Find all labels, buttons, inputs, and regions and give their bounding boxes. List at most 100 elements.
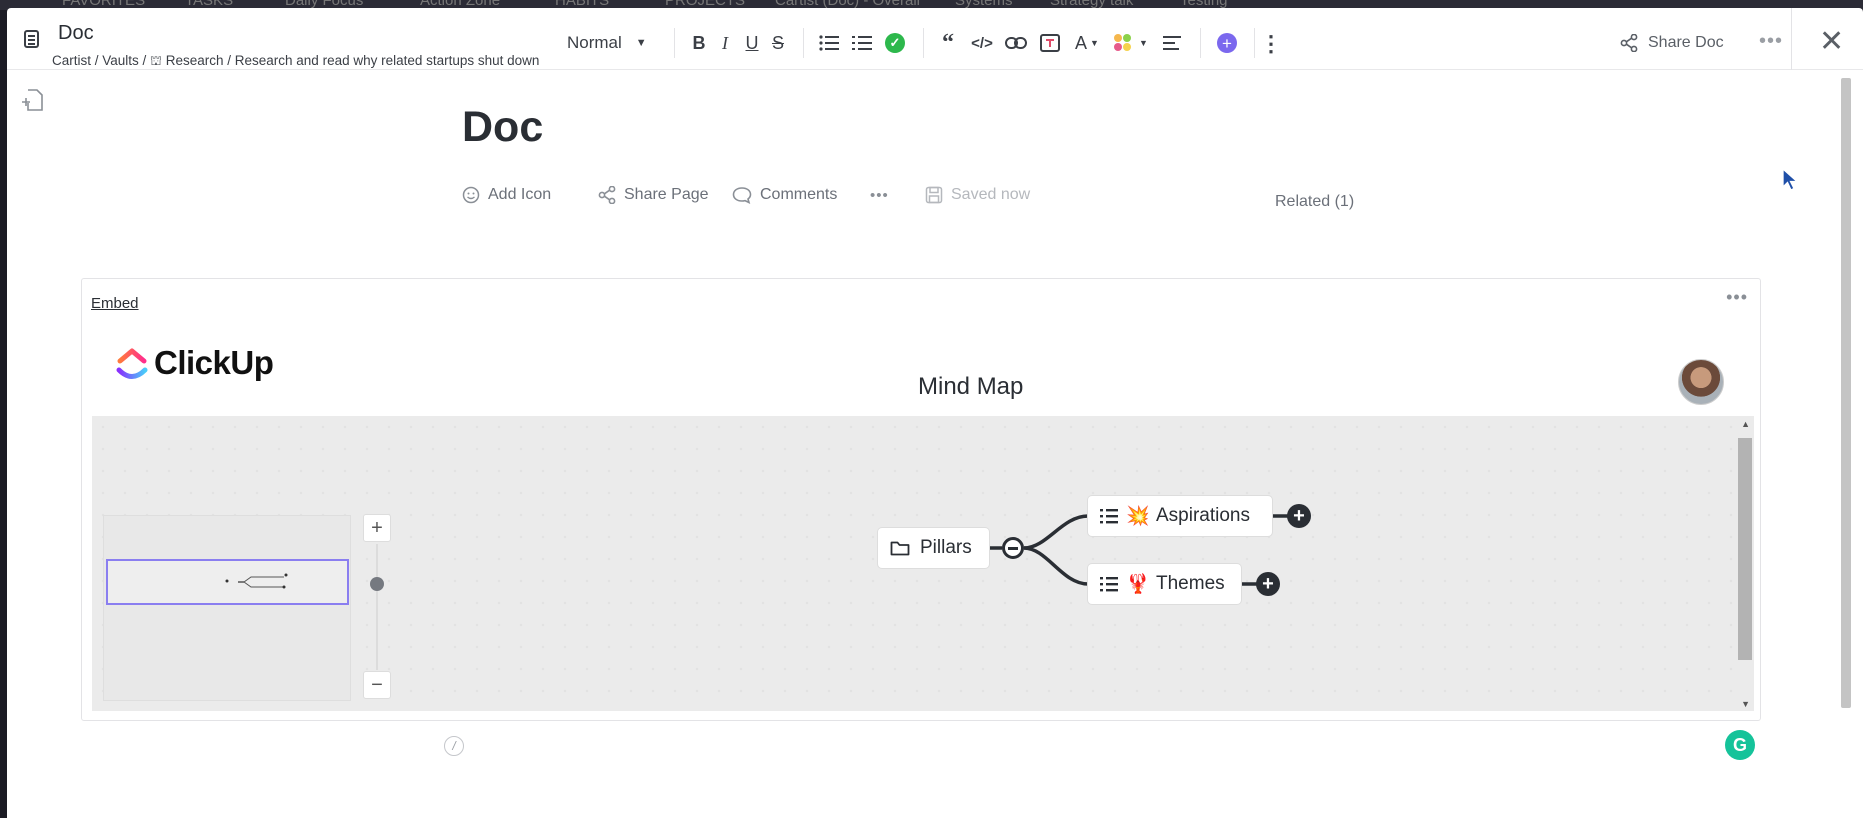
related-link[interactable]: Related (1) [1275,193,1354,211]
text-color-label: A [1075,32,1088,53]
share-doc-label: Share Doc [1648,34,1724,51]
horizontal-dots-icon: ••• [1726,287,1748,307]
link-button[interactable] [1002,30,1030,56]
palette-icon [1114,34,1138,52]
add-page-icon[interactable] [22,88,44,112]
plus-circle-icon: + [1217,33,1237,53]
canvas-scroll-thumb[interactable] [1738,438,1752,660]
code-icon: </> [971,34,993,52]
doc-toolbar: Doc Cartist / Vaults / ⛫ Research / Rese… [7,8,1863,70]
text-color-button[interactable]: A ▼ [1070,30,1104,56]
page-scrollbar[interactable] [1841,78,1851,708]
share-icon [1620,34,1638,52]
caret-down-icon: ▼ [1139,38,1148,48]
comments-label: Comments [760,186,838,203]
bulleted-list-icon [819,35,839,51]
mouse-cursor-icon [1782,168,1799,191]
plus-icon: + [1262,573,1274,595]
link-icon [1005,37,1027,49]
breadcrumb-current[interactable]: Research / Research and read why related… [162,53,540,68]
toolbar-divider [1200,28,1201,58]
toolbar-divider [803,28,804,58]
mind-map-node-root[interactable]: Pillars [878,528,989,568]
embed-block: Embed ••• ClickUp Mind Map + − Pillars 💥… [81,278,1761,721]
text-style-dropdown[interactable]: Normal ▼ [567,30,657,56]
embed-block-button[interactable] [1036,30,1064,56]
horizontal-dots-icon: ••• [1759,30,1784,52]
breadcrumb-path[interactable]: Cartist / Vaults / [52,53,150,68]
insert-button[interactable]: + [1213,30,1241,56]
add-child-node-button[interactable]: + [1287,504,1311,528]
research-folder-icon: ⛫ [150,53,162,68]
embed-label[interactable]: Embed [91,295,139,312]
slash-command-button[interactable]: / [444,736,464,756]
colors-button[interactable]: ▼ [1114,30,1148,56]
share-page-label: Share Page [624,186,709,203]
avatar[interactable] [1678,359,1724,405]
italic-button[interactable]: I [712,30,738,56]
comment-bubble-icon [732,187,752,204]
code-button[interactable]: </> [968,30,996,56]
numbered-list-button[interactable] [848,30,876,56]
close-icon: ✕ [1819,25,1845,58]
checklist-button[interactable]: ✓ [881,30,909,56]
align-button[interactable] [1158,30,1186,56]
clickup-logo-icon [116,348,148,379]
share-icon [598,186,616,204]
numbered-list-icon [852,36,872,50]
toolbar-divider [923,28,924,58]
mind-map-node-aspirations[interactable]: 💥 Aspirations [1088,496,1272,536]
node-label: Pillars [920,537,972,558]
doc-modal: Doc Cartist / Vaults / ⛫ Research / Rese… [7,8,1863,818]
list-icon [1100,509,1118,524]
text-style-value: Normal [567,33,622,52]
share-page-button[interactable]: Share Page [598,186,709,204]
mind-map-canvas[interactable]: + − Pillars 💥 Aspirations + 🦞 Themes + ▲… [92,416,1754,711]
text-box-icon [1040,34,1060,52]
share-doc-button[interactable]: Share Doc [1620,30,1724,56]
scroll-down-icon[interactable]: ▼ [1741,699,1750,709]
embed-menu-button[interactable]: ••• [1726,287,1748,308]
add-icon-label: Add Icon [488,186,552,203]
page-more-button[interactable]: ••• [870,187,889,204]
node-label: Themes [1156,573,1225,594]
list-icon [1100,577,1118,592]
lobster-icon: 🦞 [1126,574,1150,595]
save-icon [925,186,943,204]
explosion-icon: 💥 [1126,506,1150,527]
scroll-up-icon[interactable]: ▲ [1741,419,1750,429]
add-icon-button[interactable]: Add Icon [462,186,551,204]
plus-icon: + [1293,505,1305,527]
mind-map-node-themes[interactable]: 🦞 Themes [1088,564,1241,604]
node-label: Aspirations [1156,505,1250,526]
page-title[interactable]: Doc [462,103,543,152]
saved-status-label: Saved now [951,186,1031,203]
canvas-scrollbar[interactable]: ▲ ▼ [1736,416,1754,711]
mind-map-title: Mind Map [918,373,1024,400]
horizontal-dots-icon: ••• [870,186,889,204]
strikethrough-button[interactable]: S [765,30,791,56]
quote-icon: “ [942,29,954,56]
collapse-node-button[interactable] [1002,537,1024,559]
doc-menu-button[interactable]: ••• [1759,30,1783,53]
caret-down-icon: ▼ [635,37,647,49]
toolbar-divider [1254,28,1255,58]
doc-header-title: Doc [58,22,94,44]
document-icon [24,30,39,48]
grammarly-button[interactable]: G [1725,730,1755,760]
more-options-button[interactable]: ⋮ [1259,30,1283,56]
align-left-icon [1163,36,1181,50]
breadcrumb[interactable]: Cartist / Vaults / ⛫ Research / Research… [52,53,557,71]
close-button[interactable]: ✕ [1819,24,1844,59]
toolbar-divider [674,28,675,58]
folder-icon [890,541,910,556]
caret-down-icon: ▼ [1090,38,1099,48]
bold-button[interactable]: B [686,30,712,56]
underline-button[interactable]: U [739,30,765,56]
toolbar-divider [1791,8,1792,70]
quote-button[interactable]: “ [934,30,962,56]
add-child-node-button[interactable]: + [1256,572,1280,596]
comments-button[interactable]: Comments [732,186,837,204]
vertical-dots-icon: ⋮ [1260,30,1282,56]
bulleted-list-button[interactable] [815,30,843,56]
